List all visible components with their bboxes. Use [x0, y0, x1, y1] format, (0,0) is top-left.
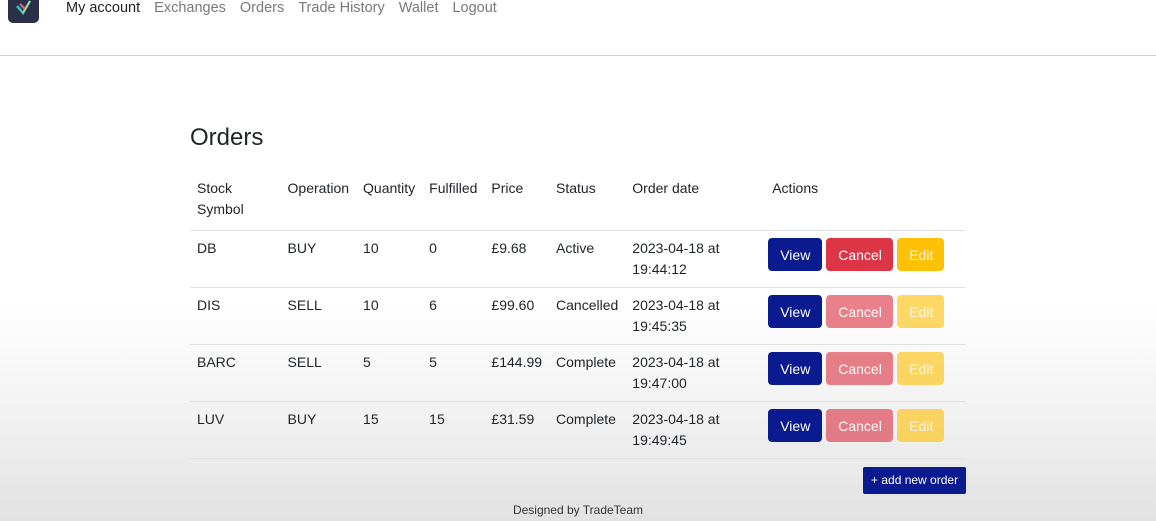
header-stock-symbol: Stock Symbol [190, 170, 281, 231]
cell-actions: View Cancel Edit [765, 230, 966, 288]
order-date-time: 19:49:45 [632, 432, 687, 448]
cell-operation: BUY [280, 230, 357, 288]
order-date-day: 2023-04-18 at [632, 354, 720, 370]
order-date-day: 2023-04-18 at [632, 411, 720, 427]
edit-button: Edit [897, 409, 945, 442]
cell-actions: View Cancel Edit [765, 287, 966, 345]
header-price: Price [484, 170, 550, 231]
nav-link-exchanges[interactable]: Exchanges [154, 0, 226, 18]
order-date-day: 2023-04-18 at [632, 240, 720, 256]
cancel-button: Cancel [826, 409, 894, 442]
cell-status: Active [549, 230, 626, 288]
header-status: Status [549, 170, 626, 231]
cell-price: £144.99 [484, 344, 550, 402]
order-date-time: 19:44:12 [632, 261, 687, 277]
cell-operation: SELL [280, 287, 357, 345]
cell-status: Complete [549, 401, 626, 459]
view-button[interactable]: View [768, 409, 823, 442]
view-button[interactable]: View [768, 352, 823, 385]
view-button[interactable]: View [768, 238, 823, 271]
edit-button: Edit [897, 295, 945, 328]
edit-button[interactable]: Edit [897, 238, 945, 271]
cell-order-date: 2023-04-18 at 19:47:00 [625, 344, 766, 402]
cell-symbol: DB [190, 230, 281, 288]
cell-symbol: BARC [190, 344, 281, 402]
cell-fulfilled: 5 [422, 344, 485, 402]
table-row: DB BUY 10 0 £9.68 Active 2023-04-18 at 1… [190, 230, 966, 288]
cell-quantity: 5 [356, 344, 423, 402]
cancel-button: Cancel [826, 295, 894, 328]
cell-operation: BUY [280, 401, 357, 459]
order-date-time: 19:45:35 [632, 318, 687, 334]
cell-fulfilled: 6 [422, 287, 485, 345]
cell-order-date: 2023-04-18 at 19:44:12 [625, 230, 766, 288]
cell-fulfilled: 15 [422, 401, 485, 459]
cell-price: £9.68 [484, 230, 550, 288]
edit-button: Edit [897, 352, 945, 385]
nav-link-orders[interactable]: Orders [240, 0, 284, 18]
cell-order-date: 2023-04-18 at 19:49:45 [625, 401, 766, 459]
cell-quantity: 15 [356, 401, 423, 459]
nav-link-trade-history[interactable]: Trade History [298, 0, 384, 18]
cell-fulfilled: 0 [422, 230, 485, 288]
header-actions: Actions [765, 170, 966, 231]
footer-credit: Designed by TradeTeam [512, 503, 644, 517]
cancel-button: Cancel [826, 352, 894, 385]
order-date-time: 19:47:00 [632, 375, 687, 391]
cancel-button[interactable]: Cancel [826, 238, 894, 271]
cell-price: £31.59 [484, 401, 550, 459]
nav-links: My account Exchanges Orders Trade Histor… [66, 0, 511, 18]
top-navbar: My account Exchanges Orders Trade Histor… [0, 0, 1156, 56]
cell-actions: View Cancel Edit [765, 401, 966, 459]
table-row: DIS SELL 10 6 £99.60 Cancelled 2023-04-1… [190, 287, 966, 345]
header-order-date: Order date [625, 170, 766, 231]
cell-operation: SELL [280, 344, 357, 402]
cell-quantity: 10 [356, 230, 423, 288]
cell-symbol: LUV [190, 401, 281, 459]
add-new-order-button[interactable]: + add new order [863, 467, 967, 494]
view-button[interactable]: View [768, 295, 823, 328]
cell-status: Complete [549, 344, 626, 402]
cell-actions: View Cancel Edit [765, 344, 966, 402]
cell-order-date: 2023-04-18 at 19:45:35 [625, 287, 766, 345]
table-header-row: Stock Symbol Operation Quantity Fulfille… [190, 170, 966, 231]
nav-link-logout[interactable]: Logout [452, 0, 496, 18]
tradeteam-logo-icon[interactable] [8, 0, 39, 23]
orders-table: Stock Symbol Operation Quantity Fulfille… [190, 170, 966, 459]
page-title: Orders [190, 124, 264, 151]
order-date-day: 2023-04-18 at [632, 297, 720, 313]
header-operation: Operation [280, 170, 357, 231]
table-row: BARC SELL 5 5 £144.99 Complete 2023-04-1… [190, 344, 966, 402]
header-fulfilled: Fulfilled [422, 170, 485, 231]
nav-link-my-account[interactable]: My account [66, 0, 140, 18]
table-row: LUV BUY 15 15 £31.59 Complete 2023-04-18… [190, 401, 966, 459]
cell-symbol: DIS [190, 287, 281, 345]
nav-link-wallet[interactable]: Wallet [399, 0, 439, 18]
header-quantity: Quantity [356, 170, 423, 231]
cell-quantity: 10 [356, 287, 423, 345]
cell-price: £99.60 [484, 287, 550, 345]
cell-status: Cancelled [549, 287, 626, 345]
